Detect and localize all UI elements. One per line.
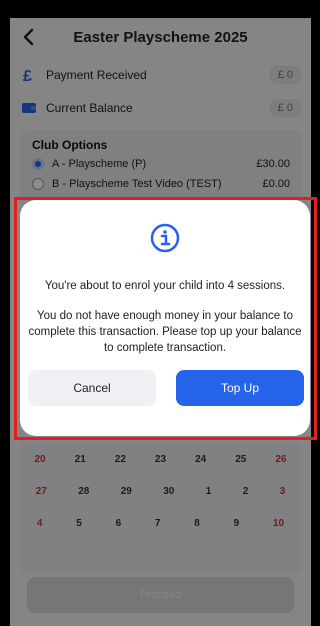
top-up-button[interactable]: Top Up <box>176 370 304 406</box>
info-icon <box>150 223 180 253</box>
insufficient-balance-dialog: You're about to enrol your child into 4 … <box>20 200 310 436</box>
cancel-button[interactable]: Cancel <box>28 370 156 406</box>
enrol-sessions-message: You're about to enrol your child into 4 … <box>44 280 286 292</box>
insufficient-balance-message: You do not have enough money in your bal… <box>28 310 302 354</box>
